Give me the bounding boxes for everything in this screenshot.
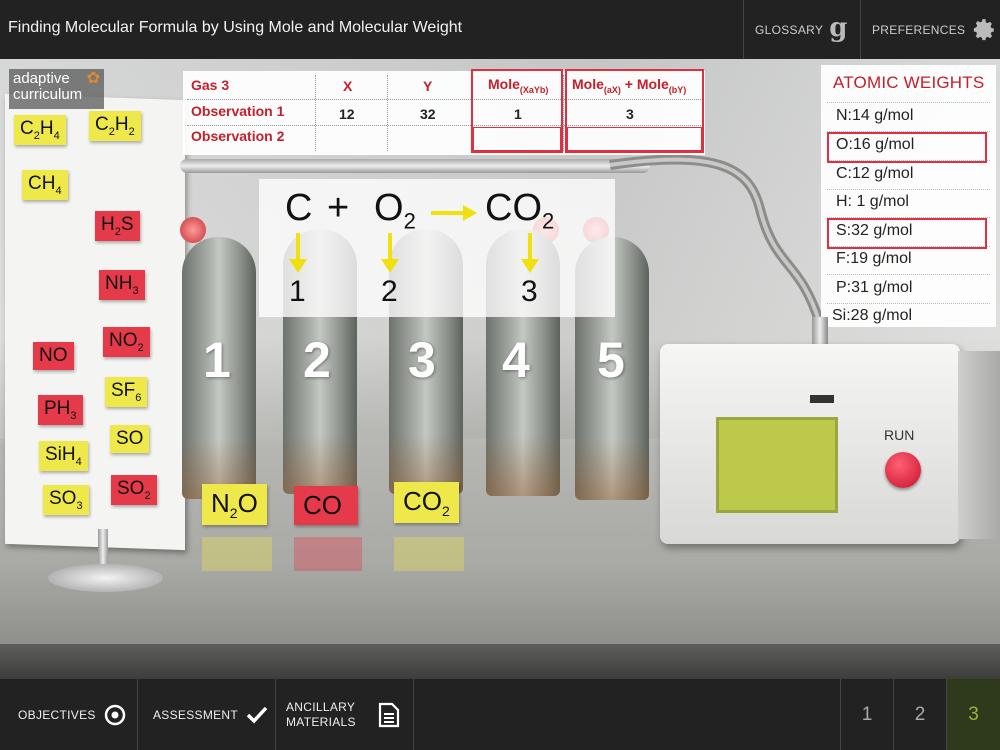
tank-2-label[interactable]: CO — [294, 486, 358, 525]
tank-number-3: 3 — [408, 332, 436, 388]
atomic-weight-c: C:12 g/mol — [836, 165, 914, 182]
lab-scene: C2H4 C2H2 CH4 H2S NH3 NO NO2 SF6 PH3 SO … — [0, 59, 1000, 679]
formula-note-no2[interactable]: NO2 — [103, 327, 150, 357]
bottom-bar: OBJECTIVES ASSESSMENT ANCILLARY MATERIALS… — [0, 679, 1000, 750]
tank-2-label-reflection — [294, 537, 362, 571]
tank-number-2: 2 — [303, 332, 331, 388]
tank-1-label[interactable]: N2O — [202, 484, 267, 526]
assessment-button[interactable]: ASSESSMENT — [138, 679, 276, 750]
document-icon — [378, 702, 399, 727]
oxygen-down-arrow-icon — [381, 233, 399, 273]
glossary-icon: g — [829, 12, 848, 43]
formula-note-c2h2[interactable]: C2H2 — [89, 111, 141, 141]
formula-note-c2h4[interactable]: C2H4 — [14, 115, 66, 145]
table-header-y: Y — [423, 78, 433, 94]
objectives-label: OBJECTIVES — [18, 707, 96, 722]
analyzer-slot — [810, 395, 834, 403]
carbon-coefficient: 1 — [289, 275, 306, 308]
logo-flower-icon: ✿ — [86, 70, 100, 87]
formula-note-nh3[interactable]: NH3 — [99, 270, 145, 300]
carbon-down-arrow-icon — [289, 233, 307, 273]
equation-carbon: C — [285, 187, 313, 229]
tank-number-4: 4 — [502, 332, 530, 388]
run-label: RUN — [884, 427, 915, 443]
table-header-x: X — [343, 78, 353, 94]
tank-3-label[interactable]: CO2 — [394, 482, 459, 524]
atomic-weight-p: P:31 g/mol — [836, 279, 913, 296]
formula-note-ch4[interactable]: CH4 — [22, 170, 68, 200]
equation-arrow-icon — [431, 205, 477, 221]
tank-3-label-reflection — [394, 537, 464, 571]
co2-coefficient: 3 — [521, 275, 538, 308]
page-button-2[interactable]: 2 — [893, 679, 946, 750]
equation-carbon-dioxide: CO2 — [485, 187, 555, 234]
equation-plus: + — [327, 187, 350, 229]
tank-number-5: 5 — [597, 332, 625, 388]
table-cell-y: 32 — [420, 106, 436, 122]
equation-panel: C + O2 CO2 1 2 3 — [259, 179, 615, 317]
co2-down-arrow-icon — [521, 233, 539, 273]
gear-icon — [974, 18, 995, 40]
atomic-weight-h: H: 1 g/mol — [836, 193, 909, 210]
counter-edge — [0, 644, 1000, 679]
board-stand-base — [48, 564, 163, 592]
equation-oxygen: O2 — [374, 187, 416, 234]
atomic-weights-panel: ATOMIC WEIGHTS N:14 g/mol O:16 g/mol C:1… — [821, 65, 996, 327]
page-button-1[interactable]: 1 — [840, 679, 893, 750]
atomic-weight-si: Si:28 g/mol — [832, 307, 913, 324]
table-gas-label: Gas 3 — [191, 77, 230, 93]
top-bar: Finding Molecular Formula by Using Mole … — [0, 0, 1000, 59]
atomic-weights-title: ATOMIC WEIGHTS — [833, 73, 985, 92]
atomic-weight-s-highlight — [827, 218, 987, 249]
page-title: Finding Molecular Formula by Using Mole … — [8, 19, 463, 36]
glossary-button[interactable]: GLOSSARY g — [743, 0, 860, 59]
assessment-label: ASSESSMENT — [153, 707, 239, 722]
analyzer-screen — [716, 417, 838, 513]
mole-input-cell[interactable] — [473, 127, 561, 151]
tank-1-label-reflection — [202, 537, 272, 571]
formula-note-so2[interactable]: SO2 — [111, 475, 157, 505]
preferences-button[interactable]: PREFERENCES — [860, 0, 1000, 59]
mole-sum-input-cell[interactable] — [567, 127, 702, 151]
atomic-weight-f: F:19 g/mol — [836, 250, 912, 267]
hose-connector — [812, 317, 828, 347]
ancillary-materials-label: ANCILLARY MATERIALS — [286, 699, 356, 729]
formula-note-no[interactable]: NO — [33, 342, 74, 370]
observation-table: Gas 3 X Y Mole(XaYb) Mole(aX) + Mole(bY)… — [183, 69, 705, 155]
tank-number-1: 1 — [203, 332, 231, 388]
formula-note-sih4[interactable]: SiH4 — [39, 441, 88, 471]
objectives-button[interactable]: OBJECTIVES — [0, 679, 138, 750]
gas-manifold-pipe — [180, 159, 650, 173]
preferences-label: PREFERENCES — [872, 22, 966, 37]
page-button-3[interactable]: 3 — [946, 679, 1000, 750]
oxygen-coefficient: 2 — [381, 275, 398, 308]
formula-note-so[interactable]: SO — [110, 425, 150, 453]
tank-1-valve[interactable] — [180, 217, 206, 243]
formula-note-so3[interactable]: SO3 — [43, 485, 89, 515]
ancillary-materials-button[interactable]: ANCILLARY MATERIALS — [276, 679, 414, 750]
formula-note-ph3[interactable]: PH3 — [38, 395, 83, 425]
table-row-label: Observation 1 — [191, 103, 285, 119]
table-cell-x: 12 — [339, 106, 355, 122]
checkmark-icon — [246, 706, 268, 724]
target-icon — [104, 704, 125, 725]
glossary-label: GLOSSARY — [755, 22, 824, 37]
adaptive-curriculum-logo: adaptive curriculum ✿ — [9, 69, 104, 109]
atomic-weight-n: N:14 g/mol — [836, 107, 914, 124]
formula-note-h2s[interactable]: H2S — [95, 211, 140, 241]
formula-note-sf6[interactable]: SF6 — [105, 377, 148, 407]
atomic-weight-o-highlight — [827, 132, 987, 163]
table-row-label: Observation 2 — [191, 128, 285, 144]
analyzer-device-side — [958, 351, 1000, 539]
run-button[interactable] — [885, 452, 921, 488]
formula-board — [5, 93, 185, 551]
